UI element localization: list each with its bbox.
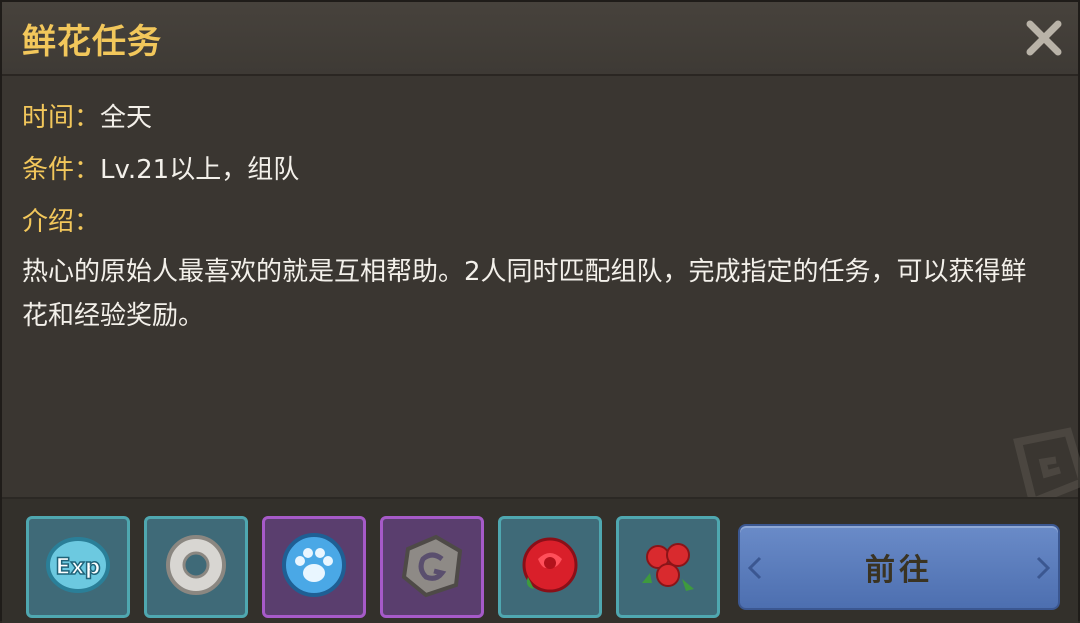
arrow-left-icon [748,556,762,580]
intro-row: 介绍： [22,196,1062,248]
arrow-right-icon [1036,556,1050,580]
time-value: 全天 [100,103,153,133]
go-button-label: 前往 [865,553,933,588]
go-button[interactable]: 前往 [738,524,1060,610]
exp-icon: Exp [42,529,114,605]
reward-g-stone[interactable] [380,516,484,618]
intro-label: 介绍： [22,207,101,237]
rose-bouquet-icon [632,529,704,605]
reward-exp[interactable]: Exp [26,516,130,618]
condition-value: Lv.21以上，组队 [100,155,300,185]
intro-text: 热心的原始人最喜欢的就是互相帮助。2人同时匹配组队，完成指定的任务，可以获得鲜花… [22,257,1027,331]
reward-bar: Exp 前往 [2,497,1078,623]
reward-rose-bouquet[interactable] [616,516,720,618]
rose-icon [514,529,586,605]
svg-text:Exp: Exp [56,555,101,580]
stone-ring-icon [160,529,232,605]
g-stone-icon [396,529,468,605]
time-row: 时间：全天 [22,92,1062,144]
reward-rose[interactable] [498,516,602,618]
flower-quest-dialog: 鲜花任务 时间：全天 条件：Lv.21以上，组队 介绍： 热心的原始人最喜欢的就… [0,0,1080,623]
reward-stone-ring[interactable] [144,516,248,618]
time-label: 时间： [22,103,101,133]
close-icon[interactable] [1022,16,1066,60]
quest-info: 时间：全天 条件：Lv.21以上，组队 介绍： 热心的原始人最喜欢的就是互相帮助… [22,92,1062,338]
dialog-title: 鲜花任务 [22,22,162,62]
reward-paw-stone[interactable] [262,516,366,618]
condition-label: 条件： [22,155,101,185]
title-bar: 鲜花任务 [2,2,1078,76]
condition-row: 条件：Lv.21以上，组队 [22,144,1062,196]
paw-stone-icon [278,529,350,605]
